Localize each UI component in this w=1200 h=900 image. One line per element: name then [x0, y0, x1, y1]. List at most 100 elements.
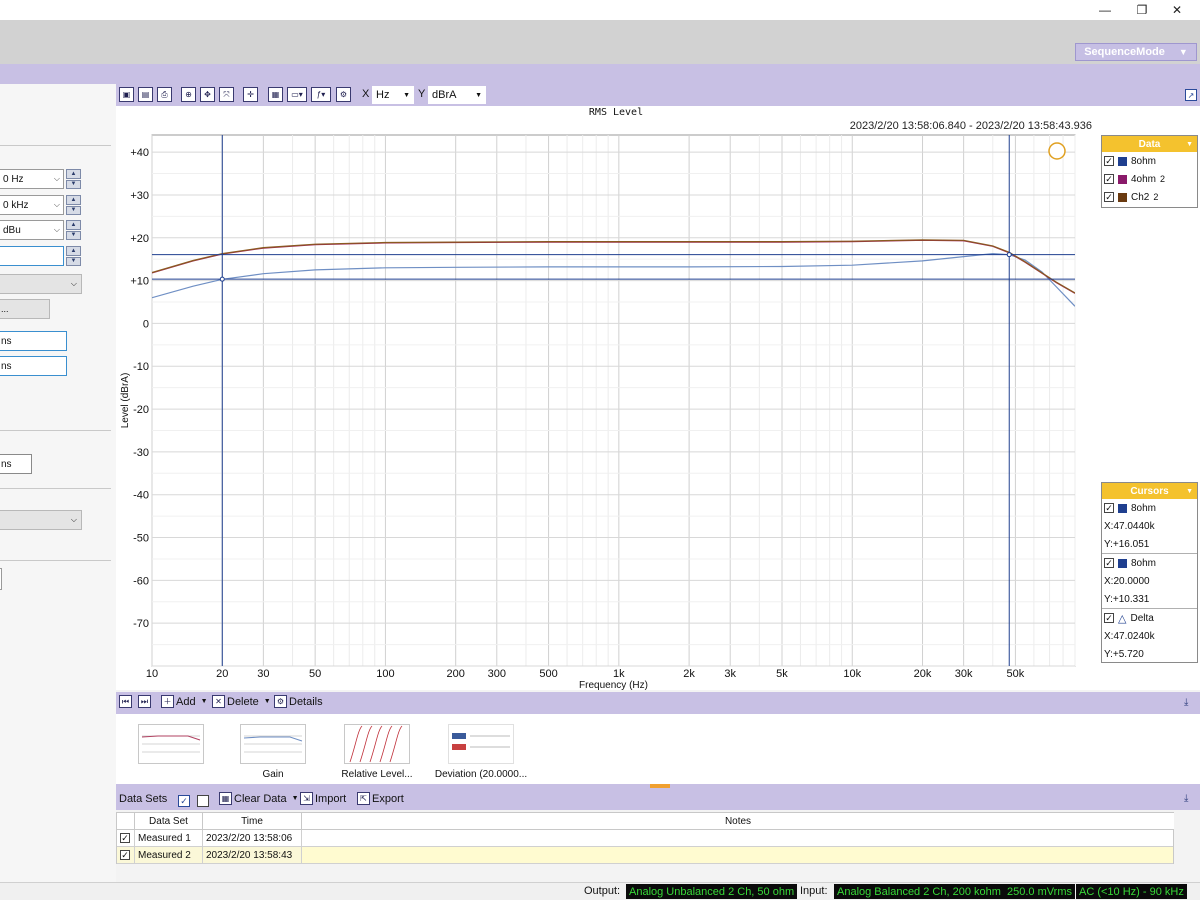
zoom-icon[interactable]: ⊕: [181, 87, 196, 102]
spin-up-icon[interactable]: ▲: [66, 246, 81, 256]
expand-icon[interactable]: ⤧: [219, 87, 234, 102]
y-tick-label: 0: [143, 318, 149, 330]
analyzer-combo[interactable]: ⌵: [0, 510, 82, 530]
spin-down-icon[interactable]: ▼: [66, 205, 81, 215]
partial-field[interactable]: [0, 568, 2, 590]
y-tick-label: -50: [133, 533, 149, 545]
cursor-marker[interactable]: [219, 276, 225, 282]
plot-area[interactable]: [151, 134, 1076, 667]
row-checkbox-cell[interactable]: ✓: [117, 847, 135, 864]
table-header-dataset[interactable]: Data Set: [135, 813, 203, 830]
cursor-marker[interactable]: [1006, 252, 1012, 258]
print-icon[interactable]: ⎙: [157, 87, 172, 102]
sequence-mode-dropdown[interactable]: SequenceMode ▼: [1075, 43, 1197, 61]
level-input-spinner[interactable]: ▲ ▼: [66, 246, 81, 266]
clear-data-icon: ▦: [219, 792, 232, 805]
previous-result-button[interactable]: ⏮: [119, 695, 132, 708]
gear-icon[interactable]: ⚙: [336, 87, 351, 102]
y-tick-label: -60: [133, 575, 149, 587]
data-series-row[interactable]: ✓ 4ohm 2: [1102, 170, 1197, 188]
bandwidth-status[interactable]: AC (<10 Hz) - 90 kHz: [1076, 884, 1187, 899]
export-button[interactable]: ⇱ Export: [357, 792, 404, 805]
clear-data-button[interactable]: ▦ Clear Data ▼: [219, 792, 299, 805]
thumbnail-deviation[interactable]: [448, 724, 514, 764]
table-header-notes[interactable]: Notes: [302, 813, 1174, 830]
table-icon[interactable]: ▦: [268, 87, 283, 102]
start-frequency-combo[interactable]: 0 Hz ⌵: [0, 169, 64, 189]
level-input[interactable]: [0, 246, 64, 266]
row-checkbox[interactable]: ✓: [120, 850, 130, 860]
cursor-item[interactable]: ✓ 8ohm X:20.0000 Y:+10.331: [1102, 554, 1197, 609]
time-field-1[interactable]: ns: [0, 331, 67, 351]
dataset-name-cell: Measured 1: [135, 830, 203, 847]
spin-up-icon[interactable]: ▲: [66, 195, 81, 205]
graph-settings-icon[interactable]: ▭▾: [287, 87, 307, 102]
pin-icon[interactable]: ⤓: [1184, 697, 1188, 708]
data-series-list: ✓ 8ohm ✓ 4ohm 2 ✓ Ch2 2: [1102, 152, 1197, 206]
popout-icon[interactable]: ↗: [1185, 89, 1197, 101]
x-tick-label: 30k: [955, 668, 973, 680]
x-tick-label: 50: [309, 668, 321, 680]
details-button[interactable]: ⚙ Details: [274, 695, 323, 708]
y-unit-dropdown[interactable]: dBrA ▼: [428, 86, 486, 104]
thumbnail-gain[interactable]: [240, 724, 306, 764]
thumbnail-relative-level[interactable]: [344, 724, 410, 764]
cursor-checkbox[interactable]: ✓: [1104, 503, 1114, 513]
thumbnail-rms-level[interactable]: [138, 724, 204, 764]
cursor-checkbox[interactable]: ✓: [1104, 558, 1114, 568]
stop-frequency-spinner[interactable]: ▲ ▼: [66, 195, 81, 215]
dataset-notes-cell[interactable]: [302, 847, 1173, 864]
next-result-button[interactable]: ⏭: [138, 695, 151, 708]
start-frequency-spinner[interactable]: ▲ ▼: [66, 169, 81, 189]
close-button[interactable]: ✕: [1154, 0, 1200, 20]
series-checkbox[interactable]: ✓: [1104, 192, 1114, 202]
row-checkbox[interactable]: ✓: [120, 833, 130, 843]
level-status[interactable]: 250.0 mVrms: [1004, 884, 1076, 899]
input-config-status[interactable]: Analog Balanced 2 Ch, 200 kohm: [834, 884, 1004, 899]
time-field-3[interactable]: ns: [0, 454, 32, 474]
output-config-status[interactable]: Analog Unbalanced 2 Ch, 50 ohm: [626, 884, 798, 899]
cursor-checkbox[interactable]: ✓: [1104, 613, 1114, 623]
cursor-item[interactable]: ✓ △ Delta X:47.0240k Y:+5.720: [1102, 609, 1197, 663]
level-spinner[interactable]: ▲ ▼: [66, 220, 81, 240]
spin-down-icon[interactable]: ▼: [66, 256, 81, 266]
spin-down-icon[interactable]: ▼: [66, 230, 81, 240]
gear-icon: ⚙: [274, 695, 287, 708]
import-button[interactable]: ⇲ Import: [300, 792, 346, 805]
save-as-icon[interactable]: ▤: [138, 87, 153, 102]
row-checkbox-cell[interactable]: ✓: [117, 830, 135, 847]
thumbnail-label: Gain: [262, 769, 284, 780]
dataset-notes-cell[interactable]: [302, 830, 1173, 847]
pin-icon[interactable]: ⤓: [1184, 793, 1188, 804]
browse-button[interactable]: ...: [0, 299, 50, 319]
data-series-row[interactable]: ✓ Ch2 2: [1102, 188, 1197, 206]
fit-icon[interactable]: ✥: [200, 87, 215, 102]
data-panel-header[interactable]: Data ▼: [1102, 136, 1197, 152]
check-all-button[interactable]: ✓: [178, 795, 190, 807]
cursor-x-value: X:20.0000: [1104, 575, 1150, 587]
stop-frequency-combo[interactable]: 0 kHz ⌵: [0, 195, 64, 215]
time-field-2[interactable]: ns: [0, 356, 67, 376]
series-checkbox[interactable]: ✓: [1104, 174, 1114, 184]
rms-level-chart[interactable]: +40 +30 +20 +10 0 -10 -20 -30 -40 -50 -60 -70 10 20 30…: [116, 106, 1100, 690]
cursor-icon[interactable]: ✛: [243, 87, 258, 102]
level-combo[interactable]: dBu ⌵: [0, 220, 64, 240]
table-header-time[interactable]: Time: [203, 813, 302, 830]
spin-down-icon[interactable]: ▼: [66, 179, 81, 189]
y-tick-label: +30: [130, 190, 149, 202]
series-checkbox[interactable]: ✓: [1104, 156, 1114, 166]
function-icon[interactable]: ƒ▾: [311, 87, 331, 102]
cursors-panel-header[interactable]: Cursors ▼: [1102, 483, 1197, 499]
uncheck-all-button[interactable]: [197, 795, 209, 807]
add-result-button[interactable]: ＋ Add ▼: [161, 695, 208, 708]
cursor-item[interactable]: ✓ 8ohm X:47.0440k Y:+16.051: [1102, 499, 1197, 554]
delete-result-button[interactable]: ✕ Delete ▼: [212, 695, 271, 708]
save-icon[interactable]: ▣: [119, 87, 134, 102]
import-label: Import: [315, 792, 347, 805]
data-series-row[interactable]: ✓ 8ohm: [1102, 152, 1197, 170]
spin-up-icon[interactable]: ▲: [66, 220, 81, 230]
sequence-header-bar: [0, 64, 1200, 84]
spin-up-icon[interactable]: ▲: [66, 169, 81, 179]
generator-combo[interactable]: ⌵: [0, 274, 82, 294]
x-unit-dropdown[interactable]: Hz ▼: [372, 86, 414, 104]
